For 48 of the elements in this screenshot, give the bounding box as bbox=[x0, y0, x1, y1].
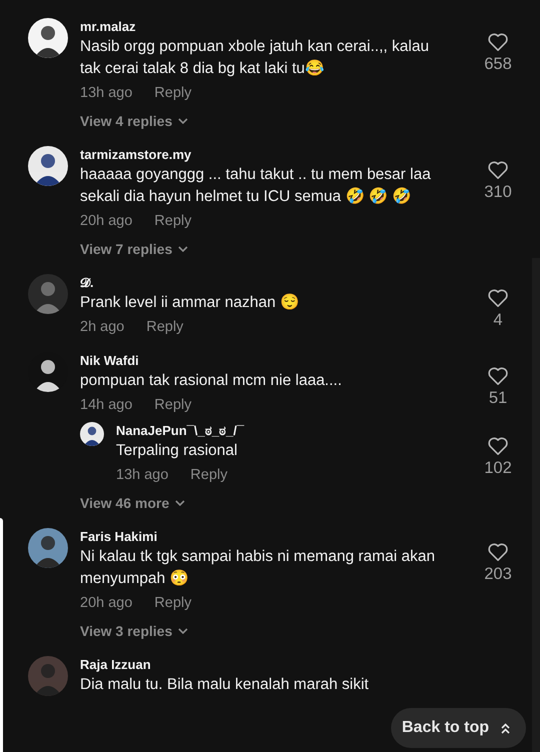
chevron-down-icon bbox=[178, 628, 188, 634]
username[interactable]: tarmizamstore.my bbox=[80, 146, 192, 164]
heart-icon[interactable] bbox=[487, 288, 509, 308]
like-count: 310 bbox=[484, 182, 512, 202]
username[interactable]: 𝓓. bbox=[80, 274, 94, 292]
username[interactable]: NanaJePun¯\_ಠ_ಠ_/¯ bbox=[116, 422, 244, 440]
view-replies-button[interactable]: View 46 more bbox=[80, 494, 186, 512]
timestamp: 20h ago bbox=[80, 212, 132, 230]
reply-button[interactable]: Reply bbox=[190, 466, 228, 484]
comment-text: Nasib orgg pompuan xbole jatuh kan cerai..,, kalau tak cerai talak 8 dia bg kat laki tu😂 bbox=[80, 37, 430, 79]
reply-button[interactable]: Reply bbox=[154, 212, 192, 230]
comment-text: haaaaa goyanggg ... tahu takut .. tu mem besar laa sekali dia hayun helmet tu ICU semua 🤣 🤣 🤣 bbox=[80, 165, 432, 207]
view-replies-button[interactable]: View 4 replies bbox=[80, 112, 188, 130]
like-count: 51 bbox=[488, 388, 508, 408]
back-to-top-button[interactable]: Back to top bbox=[390, 708, 526, 748]
heart-icon[interactable] bbox=[487, 160, 509, 180]
timestamp: 13h ago bbox=[116, 466, 168, 484]
heart-icon[interactable] bbox=[487, 542, 509, 562]
timestamp: 2h ago bbox=[80, 318, 124, 336]
double-chevron-up-icon bbox=[501, 722, 510, 734]
timestamp: 13h ago bbox=[80, 84, 132, 102]
heart-icon[interactable] bbox=[487, 436, 509, 456]
reply-button[interactable]: Reply bbox=[154, 396, 192, 414]
comment-text: Ni kalau tk tgk sampai habis ni memang ramai akan menyumpah 😳 bbox=[80, 547, 436, 589]
like-count: 658 bbox=[484, 54, 512, 74]
timestamp: 14h ago bbox=[80, 396, 132, 414]
comment-text: pompuan tak rasional mcm nie laaa.... bbox=[80, 371, 343, 391]
timestamp: 20h ago bbox=[80, 594, 132, 612]
chevron-down-icon bbox=[178, 118, 188, 124]
reply-button[interactable]: Reply bbox=[146, 318, 184, 336]
like-count: 203 bbox=[484, 564, 512, 584]
username[interactable]: Raja Izzuan bbox=[80, 656, 151, 674]
reply-button[interactable]: Reply bbox=[154, 84, 192, 102]
username[interactable]: Faris Hakimi bbox=[80, 528, 158, 546]
comment-text: Terpaling rasional bbox=[116, 441, 238, 461]
like-count: 4 bbox=[493, 310, 503, 330]
comment-text: Prank level ii ammar nazhan 😌 bbox=[80, 292, 300, 313]
chevron-down-icon bbox=[175, 500, 186, 506]
view-replies-button[interactable]: View 3 replies bbox=[80, 622, 188, 640]
reply-button[interactable]: Reply bbox=[154, 594, 192, 612]
view-replies-button[interactable]: View 7 replies bbox=[80, 240, 188, 258]
like-count: 102 bbox=[484, 458, 512, 478]
comment-text: Dia malu tu. Bila malu kenalah marah sikit bbox=[80, 675, 370, 695]
chevron-down-icon bbox=[178, 246, 188, 252]
username[interactable]: mr.malaz bbox=[80, 18, 136, 36]
username[interactable]: Nik Wafdi bbox=[80, 352, 139, 370]
heart-icon[interactable] bbox=[487, 32, 509, 52]
heart-icon[interactable] bbox=[487, 366, 509, 386]
